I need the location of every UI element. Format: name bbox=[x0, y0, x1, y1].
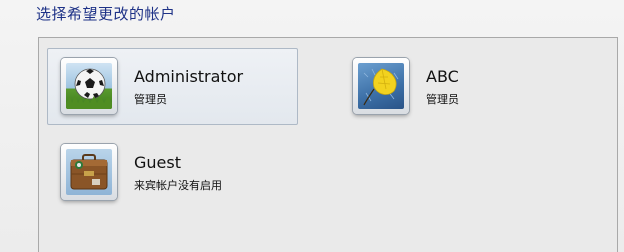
choose-account-page: 选择希望更改的帐户 Administrator 管理员 ABC 管理员 Gues… bbox=[0, 0, 624, 252]
avatar-frame bbox=[61, 58, 117, 114]
account-type: 管理员 bbox=[134, 93, 167, 106]
account-name: ABC bbox=[426, 67, 459, 86]
avatar-frame bbox=[353, 58, 409, 114]
account-type: 管理员 bbox=[426, 93, 459, 106]
account-tile-abc[interactable]: ABC 管理员 bbox=[339, 48, 590, 125]
account-tile-guest[interactable]: Guest 来宾帐户没有启用 bbox=[47, 134, 298, 211]
account-name: Administrator bbox=[134, 67, 244, 86]
page-title: 选择希望更改的帐户 bbox=[36, 5, 176, 23]
account-list-panel: Administrator 管理员 ABC 管理员 Guest 来宾帐户没有启用 bbox=[38, 37, 618, 252]
account-name: Guest bbox=[134, 153, 181, 172]
avatar-frame bbox=[61, 144, 117, 200]
account-tile-administrator[interactable]: Administrator 管理员 bbox=[47, 48, 298, 125]
football-icon bbox=[66, 63, 112, 109]
account-type: 来宾帐户没有启用 bbox=[134, 179, 222, 192]
yellow-leaf-icon bbox=[358, 63, 404, 109]
suitcase-icon bbox=[66, 149, 112, 195]
